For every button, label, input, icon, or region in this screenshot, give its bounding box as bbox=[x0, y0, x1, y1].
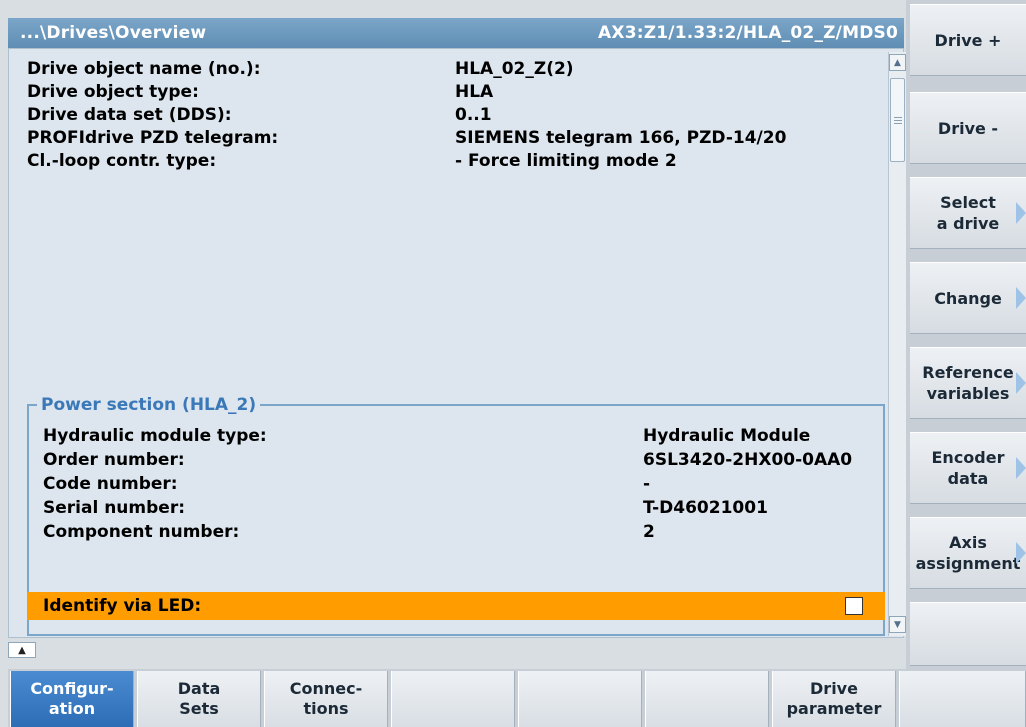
submenu-arrow-icon bbox=[1016, 372, 1026, 394]
softkey-label-line2: a drive bbox=[936, 214, 1000, 233]
softkey-label-line2: parameter bbox=[786, 699, 882, 718]
serial-number-value: T-D46021001 bbox=[643, 498, 768, 518]
softkey-label-line1: Drive bbox=[810, 679, 858, 698]
softkey-reference-variables[interactable]: Reference variables bbox=[910, 347, 1026, 419]
softkey-label-line1: Configur- bbox=[30, 679, 114, 698]
expand-softkeys-button[interactable]: ▲ bbox=[8, 642, 36, 658]
identify-led-checkbox[interactable] bbox=[845, 597, 863, 615]
softkey-encoder-data[interactable]: Encoder data bbox=[910, 432, 1026, 504]
serial-number-label: Serial number: bbox=[43, 498, 186, 518]
submenu-arrow-icon bbox=[1016, 287, 1026, 309]
softkey-select-a-drive[interactable]: Select a drive bbox=[910, 177, 1026, 249]
power-section-group: Power section (HLA_2) Hydraulic module t… bbox=[27, 393, 885, 636]
softkey-drive-parameter[interactable]: Drive parameter bbox=[772, 671, 896, 727]
module-type-value: Hydraulic Module bbox=[643, 426, 811, 446]
softkey-label-line2: Sets bbox=[179, 699, 219, 718]
softkey-label-line2: data bbox=[947, 469, 989, 488]
softkey-empty-4[interactable] bbox=[391, 671, 515, 727]
component-number-label: Component number: bbox=[43, 522, 240, 542]
chevron-up-icon: ▲ bbox=[18, 644, 26, 656]
scroll-down-button[interactable]: ▼ bbox=[889, 616, 906, 633]
softkey-data-sets[interactable]: Data Sets bbox=[137, 671, 261, 727]
code-number-value: - bbox=[643, 474, 651, 494]
control-type-label: Cl.-loop contr. type: bbox=[27, 151, 217, 171]
vertical-scrollbar[interactable]: ▲ ▼ bbox=[888, 52, 906, 636]
softkey-label-line1: Axis bbox=[949, 533, 987, 552]
softkey-empty-6[interactable] bbox=[645, 671, 769, 727]
softkey-empty-vertical-8[interactable] bbox=[910, 602, 1026, 666]
softkey-drive-minus[interactable]: Drive - bbox=[910, 92, 1026, 164]
breadcrumb-path: ...\Drives\Overview bbox=[20, 23, 207, 43]
drive-object-type-value: HLA bbox=[455, 82, 494, 102]
pzd-telegram-value: SIEMENS telegram 166, PZD-14/20 bbox=[455, 128, 787, 148]
scroll-up-button[interactable]: ▲ bbox=[889, 54, 906, 71]
identify-led-label: Identify via LED: bbox=[43, 596, 202, 616]
softkey-label-line1: Reference bbox=[922, 363, 1014, 382]
softkey-empty-5[interactable] bbox=[518, 671, 642, 727]
softkey-empty-8[interactable] bbox=[899, 671, 1026, 727]
identify-led-row[interactable]: Identify via LED: bbox=[27, 592, 885, 620]
softkey-label-line1: Change bbox=[934, 288, 1002, 308]
pzd-telegram-label: PROFIdrive PZD telegram: bbox=[27, 128, 279, 148]
softkey-configuration[interactable]: Configur-ation bbox=[10, 671, 134, 727]
drive-data-set-value: 0..1 bbox=[455, 105, 492, 125]
order-number-label: Order number: bbox=[43, 450, 185, 470]
chevron-down-icon: ▼ bbox=[894, 619, 901, 630]
drive-object-type-label: Drive object type: bbox=[27, 82, 199, 102]
softkey-label-line1: Drive + bbox=[934, 30, 1002, 50]
module-type-label: Hydraulic module type: bbox=[43, 426, 267, 446]
drive-object-name-value: HLA_02_Z(2) bbox=[455, 59, 574, 79]
softkey-label-line1: Drive - bbox=[937, 118, 999, 138]
axis-identifier: AX3:Z1/1.33:2/HLA_02_Z/MDS0 bbox=[598, 23, 898, 43]
softkey-change[interactable]: Change bbox=[910, 262, 1026, 334]
softkey-label-line1: Data bbox=[177, 679, 221, 698]
softkey-label-line2: assignment bbox=[915, 554, 1021, 573]
drive-data-set-label: Drive data set (DDS): bbox=[27, 105, 232, 125]
power-section-title: Power section (HLA_2) bbox=[37, 393, 261, 417]
status-strip bbox=[8, 638, 904, 660]
softkey-label-line1: Connec- bbox=[289, 679, 363, 698]
softkey-drive-plus[interactable]: Drive + bbox=[910, 4, 1026, 76]
control-type-value: - Force limiting mode 2 bbox=[455, 151, 677, 171]
softkey-label-line2: variables bbox=[926, 384, 1010, 403]
component-number-value: 2 bbox=[643, 522, 655, 542]
submenu-arrow-icon bbox=[1016, 542, 1026, 564]
code-number-label: Code number: bbox=[43, 474, 178, 494]
submenu-arrow-icon bbox=[1016, 457, 1026, 479]
softkey-label-line2: ation bbox=[48, 699, 96, 718]
grip-icon bbox=[893, 116, 902, 124]
softkey-label-line1: Select bbox=[940, 193, 996, 212]
softkey-label-line1: Encoder bbox=[931, 448, 1005, 467]
softkey-connections[interactable]: Connec-tions bbox=[264, 671, 388, 727]
scrollbar-thumb[interactable] bbox=[890, 78, 905, 162]
overview-panel: Drive object name (no.): HLA_02_Z(2) Dri… bbox=[8, 48, 904, 638]
softkey-axis-assignment[interactable]: Axis assignment bbox=[910, 517, 1026, 589]
submenu-arrow-icon bbox=[1016, 202, 1026, 224]
drive-object-name-label: Drive object name (no.): bbox=[27, 59, 261, 79]
title-bar: ...\Drives\Overview AX3:Z1/1.33:2/HLA_02… bbox=[8, 18, 904, 48]
softkey-label-line2: tions bbox=[303, 699, 349, 718]
order-number-value: 6SL3420-2HX00-0AA0 bbox=[643, 450, 853, 470]
chevron-up-icon: ▲ bbox=[894, 57, 901, 68]
